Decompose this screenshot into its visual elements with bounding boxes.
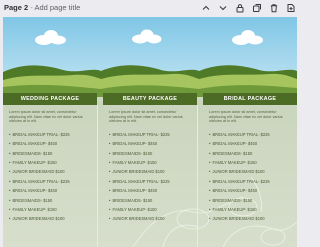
list-item[interactable]: FAMILY MAKEUP- $150	[9, 205, 97, 214]
package-column-wedding: WEDDING PACKAGE Lorem ipsum dolor sit am…	[3, 93, 98, 247]
package-price-list: BRIDAL MAKEUP TRIAL- $225 BRIDAL MAKEUP-…	[109, 130, 197, 224]
list-item[interactable]: BRIDESMAIDS- $150	[9, 196, 97, 205]
list-item[interactable]: JUNIOR BRIDESMAID $100	[109, 214, 197, 223]
list-item[interactable]: BRIDESMAIDS- $150	[109, 196, 197, 205]
list-item[interactable]: BRIDESMAIDS- $150	[209, 149, 297, 158]
column-divider	[197, 105, 198, 247]
list-item[interactable]: BRIDAL MAKEUP- $450	[9, 139, 97, 148]
list-item[interactable]: BRIDAL MAKEUP- $450	[109, 186, 197, 195]
design-canvas[interactable]: WEDDING PACKAGE Lorem ipsum dolor sit am…	[3, 17, 297, 247]
package-description[interactable]: Lorem ipsum dolor sit amet, consectetur …	[9, 110, 91, 124]
list-item[interactable]: JUNIOR BRIDESMAID $100	[209, 214, 297, 223]
list-item[interactable]: FAMILY MAKEUP- $150	[9, 158, 97, 167]
list-item[interactable]: BRIDAL MAKEUP TRIAL- $225	[209, 177, 297, 186]
list-item[interactable]: BRIDAL MAKEUP TRIAL- $225	[109, 177, 197, 186]
list-item[interactable]: FAMILY MAKEUP- $150	[209, 158, 297, 167]
chevron-down-icon[interactable]	[218, 3, 228, 13]
chevron-up-icon[interactable]	[201, 3, 211, 13]
list-item[interactable]: FAMILY MAKEUP- $150	[109, 205, 197, 214]
list-item[interactable]: JUNIOR BRIDESMAID $100	[9, 214, 97, 223]
list-item[interactable]: JUNIOR BRIDESMAID $100	[9, 167, 97, 176]
list-item[interactable]: FAMILY MAKEUP- $150	[209, 205, 297, 214]
list-item[interactable]: BRIDESMAIDS- $150	[209, 196, 297, 205]
page-toolbar	[201, 2, 296, 14]
package-title[interactable]: WEDDING PACKAGE	[3, 93, 97, 105]
list-item[interactable]: BRIDAL MAKEUP- $450	[9, 186, 97, 195]
list-item[interactable]: BRIDAL MAKEUP TRIAL- $225	[109, 130, 197, 139]
page-title[interactable]: Page 2 - Add page title	[4, 3, 80, 12]
trash-icon[interactable]	[269, 3, 279, 13]
list-item[interactable]: BRIDESMAIDS- $150	[9, 149, 97, 158]
package-column-beauty: BEAUTY PACKAGE Lorem ipsum dolor sit ame…	[103, 93, 198, 247]
duplicate-icon[interactable]	[252, 3, 262, 13]
add-page-icon[interactable]	[286, 3, 296, 13]
list-item[interactable]: BRIDAL MAKEUP- $450	[109, 139, 197, 148]
package-column-bridal: BRIDAL PACKAGE Lorem ipsum dolor sit ame…	[203, 93, 297, 224]
list-item[interactable]: JUNIOR BRIDESMAID $100	[109, 167, 197, 176]
list-item[interactable]: BRIDAL MAKEUP- $450	[209, 139, 297, 148]
hills-illustration	[3, 65, 297, 97]
list-item[interactable]: BRIDAL MAKEUP- $450	[209, 186, 297, 195]
lock-icon[interactable]	[235, 3, 245, 13]
package-title[interactable]: BRIDAL PACKAGE	[203, 93, 297, 105]
list-item[interactable]: BRIDAL MAKEUP TRIAL- $225	[209, 130, 297, 139]
package-price-list: BRIDAL MAKEUP TRIAL- $225 BRIDAL MAKEUP-…	[9, 130, 97, 224]
page-title-input[interactable]: Add page title	[34, 3, 80, 12]
list-item[interactable]: BRIDAL MAKEUP TRIAL- $225	[9, 177, 97, 186]
package-description[interactable]: Lorem ipsum dolor sit amet, consectetur …	[209, 110, 291, 124]
page-label: Page 2	[4, 3, 29, 12]
list-item[interactable]: BRIDESMAIDS- $150	[109, 149, 197, 158]
list-item[interactable]: BRIDAL MAKEUP TRIAL- $225	[9, 130, 97, 139]
page-header-bar: Page 2 - Add page title	[0, 0, 300, 16]
list-item[interactable]: JUNIOR BRIDESMAID $100	[209, 167, 297, 176]
title-separator: -	[30, 3, 33, 12]
package-price-list: BRIDAL MAKEUP TRIAL- $225 BRIDAL MAKEUP-…	[209, 130, 297, 224]
list-item[interactable]: FAMILY MAKEUP- $150	[109, 158, 197, 167]
package-title[interactable]: BEAUTY PACKAGE	[103, 93, 197, 105]
package-description[interactable]: Lorem ipsum dolor sit amet, consectetur …	[109, 110, 191, 124]
column-divider	[97, 105, 98, 247]
